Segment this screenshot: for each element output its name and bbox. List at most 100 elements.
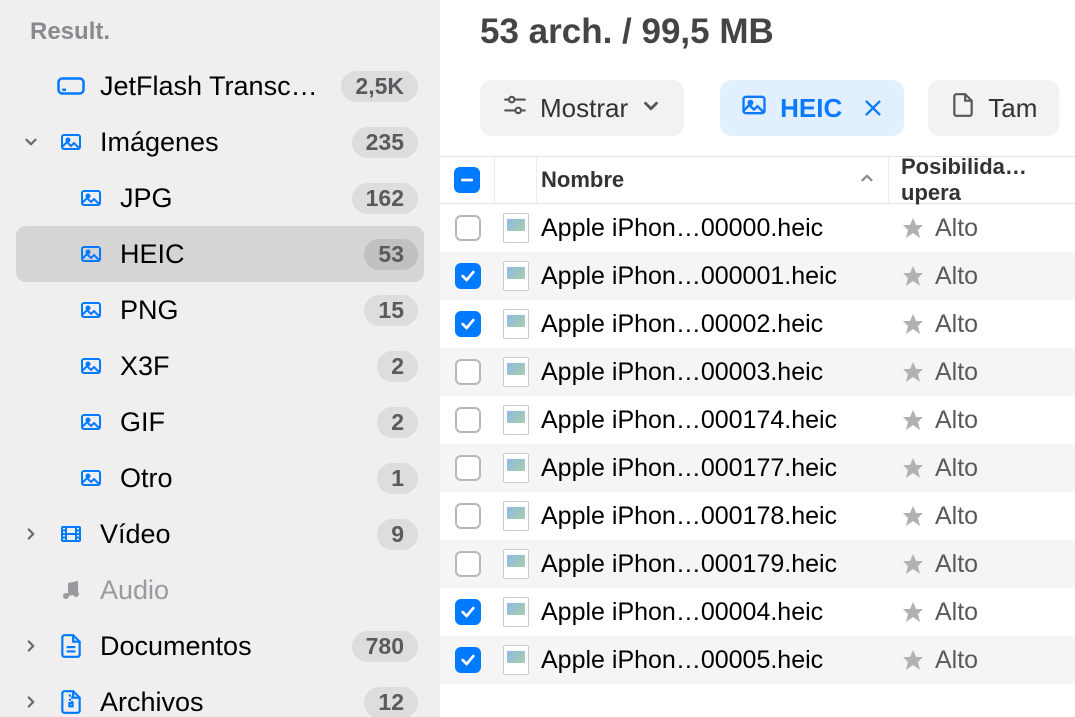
file-name: Apple iPhon…00005.heic [537, 646, 889, 675]
sidebar: Result. JetFlash Transce… 2,5K Imágenes … [0, 0, 440, 717]
star-icon[interactable] [901, 312, 925, 336]
col-header-check[interactable] [440, 157, 495, 203]
sidebar-item-documentos[interactable]: Documentos 780 [0, 618, 440, 674]
chevron-right-icon[interactable] [22, 693, 42, 711]
show-button[interactable]: Mostrar [480, 80, 684, 136]
file-thumb-icon [503, 309, 529, 339]
image-icon [76, 186, 106, 210]
row-checkbox[interactable] [455, 503, 481, 529]
table-row[interactable]: Apple iPhon…000179.heic Alto [440, 540, 1075, 588]
table-body: Apple iPhon…00000.heic Alto Apple iPhon…… [440, 204, 1075, 717]
table-row[interactable]: Apple iPhon…00005.heic Alto [440, 636, 1075, 684]
star-icon[interactable] [901, 552, 925, 576]
filter-chip-label: HEIC [780, 93, 842, 124]
sidebar-item-label: Vídeo [100, 519, 363, 550]
col-header-icon [495, 157, 537, 203]
table-header: Nombre Posibilida…upera [440, 156, 1075, 204]
row-checkbox[interactable] [455, 551, 481, 577]
row-checkbox[interactable] [455, 407, 481, 433]
table-row[interactable]: Apple iPhon…00004.heic Alto [440, 588, 1075, 636]
table-row[interactable]: Apple iPhon…000178.heic Alto [440, 492, 1075, 540]
file-name: Apple iPhon…00004.heic [537, 598, 889, 627]
sidebar-item-count: 2 [377, 351, 418, 382]
sidebar-item-label: JPG [120, 183, 338, 214]
sidebar-item-label: GIF [120, 407, 363, 438]
size-button[interactable]: Tam [928, 80, 1059, 136]
sidebar-item-count: 53 [364, 239, 418, 270]
probability-label: Alto [935, 358, 978, 387]
file-thumb-icon [503, 645, 529, 675]
col-header-probability[interactable]: Posibilida…upera [889, 157, 1075, 203]
file-name: Apple iPhon…00002.heic [537, 310, 889, 339]
chevron-down-icon[interactable] [22, 133, 42, 151]
probability-label: Alto [935, 502, 978, 531]
file-thumb-icon [503, 213, 529, 243]
sidebar-item-audio[interactable]: Audio [0, 562, 440, 618]
sidebar-item-gif[interactable]: GIF 2 [0, 394, 440, 450]
star-icon[interactable] [901, 408, 925, 432]
sidebar-item-otro[interactable]: Otro 1 [0, 450, 440, 506]
row-checkbox[interactable] [455, 359, 481, 385]
drive-icon [56, 75, 86, 97]
table-row[interactable]: Apple iPhon…000001.heic Alto [440, 252, 1075, 300]
document-icon [950, 92, 976, 125]
sidebar-item-label: X3F [120, 351, 363, 382]
image-icon [76, 242, 106, 266]
sidebar-item-heic[interactable]: HEIC 53 [16, 226, 424, 282]
sidebar-item-label: Audio [100, 575, 418, 606]
row-checkbox[interactable] [455, 311, 481, 337]
star-icon[interactable] [901, 216, 925, 240]
sidebar-item-vdeo[interactable]: Vídeo 9 [0, 506, 440, 562]
sidebar-item-count: 235 [352, 127, 418, 158]
filter-chip-heic[interactable]: HEIC [720, 80, 904, 136]
row-checkbox[interactable] [455, 647, 481, 673]
file-name: Apple iPhon…000001.heic [537, 262, 889, 291]
star-icon[interactable] [901, 600, 925, 624]
header-checkbox[interactable] [454, 167, 480, 193]
star-icon[interactable] [901, 264, 925, 288]
image-icon [76, 466, 106, 490]
sidebar-item-label: Archivos [100, 687, 350, 717]
sidebar-item-png[interactable]: PNG 15 [0, 282, 440, 338]
row-checkbox[interactable] [455, 215, 481, 241]
sidebar-item-archivos[interactable]: Archivos 12 [0, 674, 440, 717]
probability-label: Alto [935, 646, 978, 675]
image-icon [56, 130, 86, 154]
probability-label: Alto [935, 214, 978, 243]
star-icon[interactable] [901, 360, 925, 384]
col-header-name[interactable]: Nombre [537, 157, 889, 203]
probability-label: Alto [935, 406, 978, 435]
row-checkbox[interactable] [455, 455, 481, 481]
document-icon [56, 631, 86, 661]
image-icon [740, 91, 768, 126]
row-checkbox[interactable] [455, 263, 481, 289]
file-name: Apple iPhon…000178.heic [537, 502, 889, 531]
table-row[interactable]: Apple iPhon…00003.heic Alto [440, 348, 1075, 396]
table-row[interactable]: Apple iPhon…00002.heic Alto [440, 300, 1075, 348]
table-row[interactable]: Apple iPhon…000177.heic Alto [440, 444, 1075, 492]
star-icon[interactable] [901, 648, 925, 672]
header: 53 arch. / 99,5 MB [440, 0, 1075, 80]
sidebar-item-x3f[interactable]: X3F 2 [0, 338, 440, 394]
row-checkbox[interactable] [455, 599, 481, 625]
file-thumb-icon [503, 261, 529, 291]
probability-label: Alto [935, 598, 978, 627]
table-row[interactable]: Apple iPhon…000174.heic Alto [440, 396, 1075, 444]
close-icon[interactable] [862, 97, 884, 119]
file-name: Apple iPhon…000177.heic [537, 454, 889, 483]
chevron-right-icon[interactable] [22, 525, 42, 543]
audio-icon [56, 576, 86, 604]
sidebar-item-count: 1 [377, 463, 418, 494]
main-panel: 53 arch. / 99,5 MB Mostrar HEIC [440, 0, 1075, 717]
sidebar-item-jpg[interactable]: JPG 162 [0, 170, 440, 226]
sliders-icon [502, 92, 528, 125]
sidebar-item-count: 12 [364, 687, 418, 717]
sidebar-item-jetflashtransce[interactable]: JetFlash Transce… 2,5K [0, 58, 440, 114]
chevron-right-icon[interactable] [22, 637, 42, 655]
star-icon[interactable] [901, 504, 925, 528]
sidebar-item-imgenes[interactable]: Imágenes 235 [0, 114, 440, 170]
file-thumb-icon [503, 453, 529, 483]
probability-label: Alto [935, 454, 978, 483]
star-icon[interactable] [901, 456, 925, 480]
table-row[interactable]: Apple iPhon…00000.heic Alto [440, 204, 1075, 252]
